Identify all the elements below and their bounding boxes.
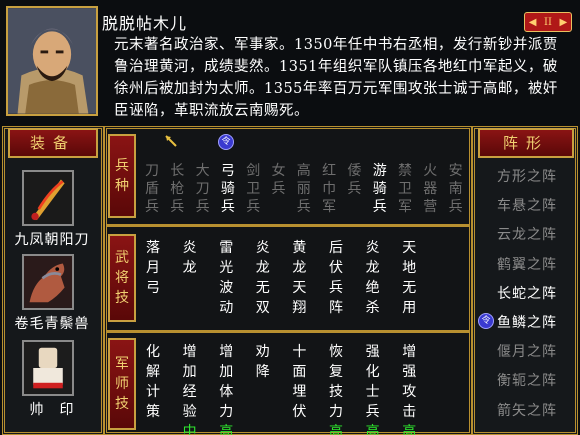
general-skill-item[interactable]: 炎龙 <box>181 238 199 278</box>
formation-item[interactable]: 箭矢之阵 <box>480 400 574 420</box>
general-skill-item[interactable]: 黄龙天翔 <box>290 238 308 318</box>
troop-type-item[interactable]: 火器营 <box>421 162 439 216</box>
troop-type-item[interactable]: 剑卫兵 <box>244 162 262 216</box>
troop-type-item[interactable]: 女兵 <box>270 162 288 198</box>
page-nav-buttons: ◀ II ▶ <box>524 12 572 32</box>
sword-icon <box>24 172 72 224</box>
selection-marker-icon: 令 <box>218 134 234 150</box>
tab-general-skills[interactable]: 武将技 <box>108 234 136 322</box>
formation-item[interactable]: 偃月之阵 <box>480 341 574 361</box>
section-divider <box>106 224 470 227</box>
general-portrait <box>6 6 98 116</box>
horse-icon <box>24 256 72 308</box>
strategist-skill-item[interactable]: 强化士兵高 <box>364 342 382 435</box>
tab-strategy-label: 军师技 <box>115 356 129 412</box>
general-skill-item[interactable]: 炎龙绝杀 <box>364 238 382 318</box>
strategist-skill-item[interactable]: 增加体力高 <box>217 342 235 435</box>
prev-arrow-icon[interactable]: ◀ <box>529 17 537 28</box>
pause-icon[interactable]: II <box>544 17 552 28</box>
formation-selected-marker-icon: 令 <box>478 313 494 329</box>
troop-type-item[interactable]: 禁卫军 <box>396 162 414 216</box>
general-skill-item[interactable]: 落月弓 <box>144 238 162 298</box>
strategist-skill-item[interactable]: 劝降 <box>254 342 272 382</box>
troop-type-item[interactable]: 游骑兵 <box>371 162 389 216</box>
equipment-mount-label: 卷毛青鬃兽 <box>14 316 90 332</box>
troop-type-item[interactable]: 大刀兵 <box>194 162 212 216</box>
strategist-skill-item[interactable]: 化解计策 <box>144 342 162 422</box>
equipment-slot-weapon[interactable] <box>22 170 74 226</box>
section-divider <box>106 330 470 333</box>
formation-item[interactable]: 长蛇之阵 <box>480 283 574 303</box>
general-skill-item[interactable]: 雷光波动 <box>217 238 235 318</box>
strategist-skill-item[interactable]: 增强攻击高 <box>400 342 418 435</box>
general-face-icon <box>8 8 96 114</box>
formation-title: 阵形 <box>478 128 574 158</box>
troop-type-item[interactable]: 安南兵 <box>447 162 465 216</box>
troop-type-item[interactable]: 弓骑兵 <box>219 162 237 216</box>
seal-icon <box>24 342 72 394</box>
next-arrow-icon[interactable]: ▶ <box>560 17 568 28</box>
formation-item[interactable]: 鹤翼之阵 <box>480 254 574 274</box>
tab-troops-label: 兵种 <box>115 158 129 194</box>
tab-troops[interactable]: 兵种 <box>108 134 136 218</box>
strategist-skill-item[interactable]: 十面埋伏 <box>290 342 308 422</box>
general-skill-item[interactable]: 天地无用 <box>400 238 418 318</box>
troop-type-item[interactable]: 长枪兵 <box>168 162 186 216</box>
formation-item[interactable]: 鱼鳞之阵 <box>480 312 574 332</box>
tab-strategist-skills[interactable]: 军师技 <box>108 338 136 430</box>
equipment-title: 装备 <box>8 128 98 158</box>
tab-skills-label: 武将技 <box>115 250 129 306</box>
equipment-slot-seal[interactable] <box>22 340 74 396</box>
troop-type-item[interactable]: 倭兵 <box>345 162 363 198</box>
strategist-skill-item[interactable]: 增加经验中 <box>181 342 199 435</box>
formation-item[interactable]: 方形之阵 <box>480 166 574 186</box>
troop-type-item[interactable]: 红巾军 <box>320 162 338 216</box>
strategist-skill-item[interactable]: 恢复技力高 <box>327 342 345 435</box>
formation-item[interactable]: 衡轭之阵 <box>480 370 574 390</box>
general-skill-item[interactable]: 后伏兵阵 <box>327 238 345 318</box>
general-name: 脱脱帖木儿 <box>102 14 188 33</box>
troop-type-item[interactable]: 高丽兵 <box>295 162 313 216</box>
equipment-weapon-label: 九凤朝阳刀 <box>14 232 90 248</box>
general-biography: 元末著名政治家、军事家。1350年任中书右丞相，发行新钞并派贾鲁治理黄河，成绩斐… <box>114 37 558 119</box>
equipment-seal-label: 帅 印 <box>29 402 75 418</box>
general-skill-item[interactable]: 炎龙无双 <box>254 238 272 318</box>
cursor-icon <box>165 135 177 147</box>
troop-type-item[interactable]: 刀盾兵 <box>143 162 161 216</box>
formation-item[interactable]: 云龙之阵 <box>480 224 574 244</box>
equipment-slot-mount[interactable] <box>22 254 74 310</box>
formation-item[interactable]: 车悬之阵 <box>480 195 574 215</box>
